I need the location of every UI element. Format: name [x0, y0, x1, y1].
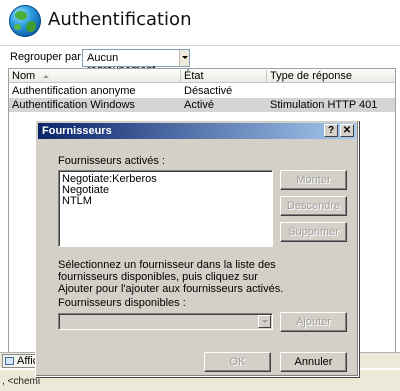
- column-header-response-type[interactable]: Type de réponse: [267, 70, 395, 82]
- help-button[interactable]: ?: [324, 124, 338, 137]
- enabled-providers-list[interactable]: Negotiate:Kerberos Negotiate NTLM: [58, 170, 273, 247]
- cell-name: Authentification anonyme: [12, 85, 136, 97]
- cell-state: Activé: [184, 99, 214, 111]
- dialog-title: Fournisseurs: [42, 125, 112, 137]
- group-by-dropdown[interactable]: Aucun regroupement: [82, 49, 190, 76]
- group-by-label: Regrouper par :: [10, 51, 88, 63]
- cell-state: Désactivé: [184, 85, 233, 97]
- dialog-title-bar[interactable]: Fournisseurs ? ✕: [38, 123, 356, 139]
- column-header-name[interactable]: Nom: [9, 70, 181, 82]
- sort-ascending-icon: [43, 74, 50, 78]
- close-button[interactable]: ✕: [340, 124, 354, 137]
- features-view-icon: [5, 357, 14, 365]
- globe-icon: [9, 5, 41, 37]
- list-item[interactable]: NTLM: [62, 196, 92, 207]
- remove-button[interactable]: Supprimer: [280, 222, 347, 242]
- ok-button[interactable]: OK: [204, 352, 271, 372]
- enabled-providers-label: Fournisseurs activés :: [58, 155, 165, 167]
- move-down-button[interactable]: Descendre: [280, 196, 347, 216]
- available-providers-dropdown[interactable]: [58, 313, 273, 330]
- table-row[interactable]: Authentification Windows Activé Stimulat…: [9, 98, 395, 112]
- available-providers-label: Fournisseurs disponibles :: [58, 297, 186, 309]
- grid-header: Nom État Type de réponse: [9, 69, 395, 83]
- providers-dialog: Fournisseurs ? ✕ Fournisseurs activés : …: [35, 120, 359, 377]
- cell-name: Authentification Windows: [12, 99, 135, 111]
- add-button[interactable]: Ajouter: [280, 312, 347, 332]
- group-by-bar: Regrouper par : Aucun regroupement: [0, 45, 400, 76]
- status-text: , <chemi: [2, 376, 41, 387]
- feature-header: Authentification: [0, 0, 400, 42]
- column-header-state[interactable]: État: [181, 70, 267, 82]
- chevron-down-icon[interactable]: [179, 50, 189, 66]
- cell-response-type: Stimulation HTTP 401: [270, 99, 378, 111]
- instructions-text: Sélectionnez un fournisseur dans la list…: [58, 259, 284, 295]
- table-row[interactable]: Authentification anonyme Désactivé: [9, 84, 395, 98]
- page-title: Authentification: [48, 9, 192, 30]
- move-up-button[interactable]: Monter: [280, 170, 347, 190]
- cancel-button[interactable]: Annuler: [280, 352, 347, 372]
- chevron-down-icon[interactable]: [258, 315, 271, 328]
